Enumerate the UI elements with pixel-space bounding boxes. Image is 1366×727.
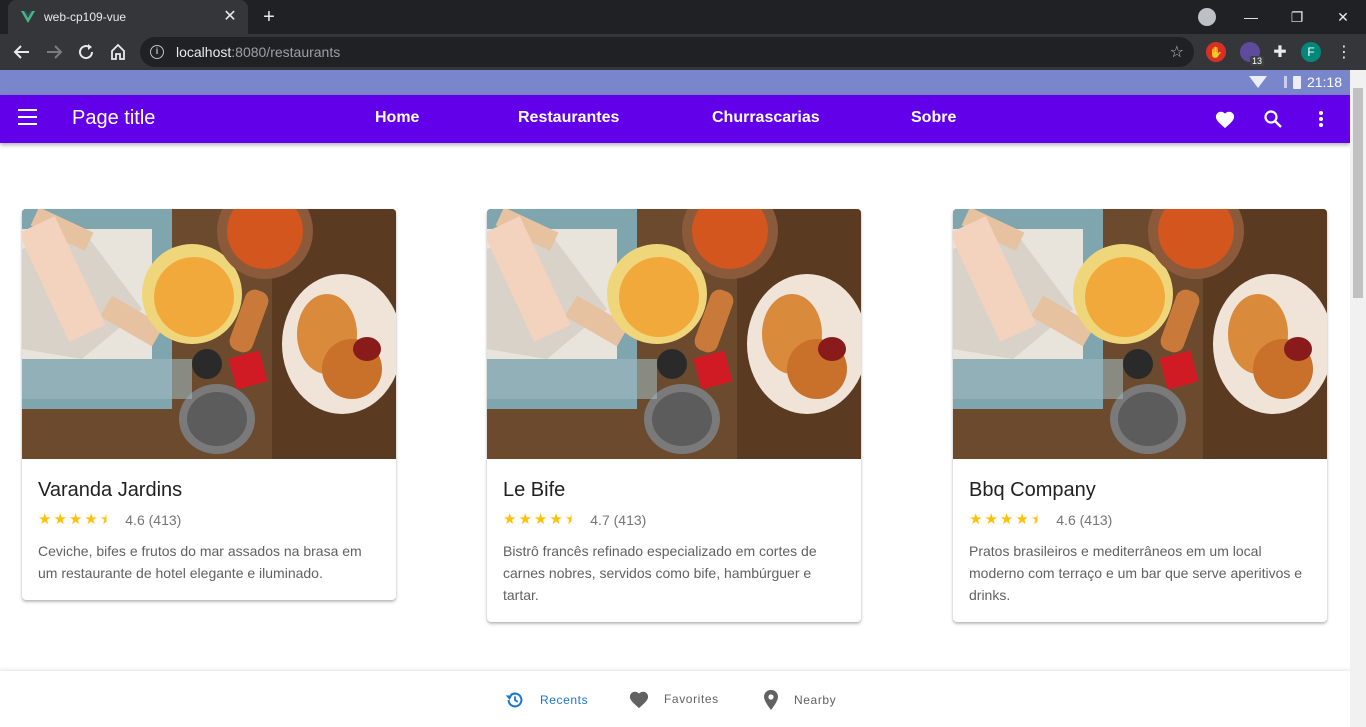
bottom-nav-recents-label: Recents — [540, 693, 589, 707]
star-full-icon: ★ — [549, 511, 563, 528]
star-rating: ★ ★ ★ ★ ★ — [503, 512, 578, 528]
vue-logo-icon — [21, 11, 35, 23]
bottom-nav-favorites[interactable]: Favorites — [628, 689, 719, 709]
app-bar: Page title Home Restaurantes Churrascari… — [0, 95, 1350, 143]
back-icon[interactable] — [8, 38, 36, 66]
star-full-icon: ★ — [969, 511, 983, 528]
address-bar[interactable]: i localhost:8080/restaurants ☆ — [140, 37, 1194, 67]
signal-icon — [1273, 76, 1287, 88]
star-full-icon: ★ — [1015, 511, 1029, 528]
heart-icon — [629, 691, 649, 709]
restore-icon[interactable]: ❐ — [1274, 0, 1320, 34]
bottom-navigation: Recents Favorites Nearby — [0, 670, 1350, 727]
close-window-icon[interactable]: ✕ — [1320, 0, 1366, 34]
battery-icon — [1292, 75, 1301, 89]
page-scrollbar[interactable] — [1350, 70, 1366, 727]
restaurant-card[interactable]: Le Bife ★ ★ ★ ★ ★ 4.7 (413) Bistrô franc… — [487, 209, 861, 622]
restaurant-name: Varanda Jardins — [38, 479, 183, 501]
home-icon[interactable] — [104, 38, 132, 66]
rating-row: ★ ★ ★ ★ ★ 4.6 (413) — [38, 512, 380, 529]
star-full-icon: ★ — [533, 511, 548, 528]
restaurant-description: Pratos brasileiros e mediterrâneos em um… — [969, 543, 1303, 603]
location-pin-icon — [764, 690, 778, 710]
star-full-icon: ★ — [84, 511, 98, 528]
star-full-icon: ★ — [518, 511, 532, 528]
nav-link-churrascarias[interactable]: Churrascarias — [712, 109, 820, 127]
nav-link-sobre[interactable]: Sobre — [911, 109, 956, 127]
star-full-icon: ★ — [999, 511, 1014, 528]
tab-search-icon[interactable] — [1198, 8, 1216, 26]
restaurant-name: Bbq Company — [969, 479, 1096, 501]
restaurant-card[interactable]: Varanda Jardins ★ ★ ★ ★ ★ 4.6 (413) Cevi… — [22, 209, 396, 600]
restaurant-description: Ceviche, bifes e frutos do mar assados n… — [38, 543, 362, 581]
rating-row: ★ ★ ★ ★ ★ 4.6 (413) — [969, 512, 1311, 529]
browser-tab[interactable]: web-cp109-vue ✕ — [8, 0, 248, 34]
star-full-icon: ★ — [53, 511, 67, 528]
adblock-extension-icon[interactable]: ✋ — [1206, 42, 1226, 62]
forward-icon[interactable] — [40, 38, 68, 66]
rating-value: 4.7 (413) — [590, 512, 647, 528]
search-icon[interactable] — [1261, 107, 1285, 131]
restaurant-image — [953, 209, 1327, 459]
rating-value: 4.6 (413) — [1056, 512, 1113, 528]
star-full-icon: ★ — [503, 511, 517, 528]
tab-close-icon[interactable]: ✕ — [222, 9, 238, 25]
browser-toolbar: i localhost:8080/restaurants ☆ ✋ 13 ✚ F … — [0, 34, 1366, 70]
browser-tabbar: web-cp109-vue ✕ + — ❐ ✕ — [0, 0, 1366, 34]
restaurant-card[interactable]: Bbq Company ★ ★ ★ ★ ★ 4.6 (413) Pratos b… — [953, 209, 1327, 622]
star-full-icon: ★ — [984, 511, 998, 528]
heart-icon[interactable] — [1213, 107, 1237, 131]
bottom-nav-nearby[interactable]: Nearby — [762, 689, 836, 711]
page-title: Page title — [72, 107, 156, 129]
tab-title: web-cp109-vue — [44, 10, 127, 24]
status-time: 21:18 — [1306, 74, 1342, 90]
history-icon — [505, 692, 523, 708]
restaurant-name: Le Bife — [503, 479, 566, 501]
browser-menu-icon[interactable]: ⋮ — [1334, 42, 1354, 62]
bookmark-star-icon[interactable]: ☆ — [1170, 42, 1184, 62]
star-half-icon: ★ — [1030, 511, 1045, 528]
nav-link-restaurantes[interactable]: Restaurantes — [518, 109, 619, 127]
reload-icon[interactable] — [72, 38, 100, 66]
rating-value: 4.6 (413) — [125, 512, 182, 528]
wifi-icon — [1248, 76, 1267, 88]
hamburger-icon[interactable] — [18, 109, 38, 129]
restaurant-description: Bistrô francês refinado especializado em… — [503, 543, 817, 603]
star-full-icon: ★ — [38, 511, 52, 528]
site-info-icon[interactable]: i — [150, 45, 164, 59]
extension-badge: 13 — [1249, 56, 1264, 66]
nav-link-home[interactable]: Home — [375, 109, 419, 127]
rating-row: ★ ★ ★ ★ ★ 4.7 (413) — [503, 512, 845, 529]
profile-avatar[interactable]: F — [1301, 42, 1321, 62]
url-host: localhost — [176, 44, 232, 60]
star-half-icon: ★ — [99, 511, 114, 528]
bottom-nav-recents[interactable]: Recents — [504, 689, 588, 711]
bottom-nav-favorites-label: Favorites — [664, 692, 719, 706]
restaurant-image — [22, 209, 396, 459]
url-text: localhost:8080/restaurants — [176, 44, 340, 60]
url-path: :8080/restaurants — [231, 44, 341, 60]
star-full-icon: ★ — [68, 511, 83, 528]
new-tab-icon[interactable]: + — [258, 6, 280, 28]
star-half-icon: ★ — [564, 511, 579, 528]
restaurant-image — [487, 209, 861, 459]
star-rating: ★ ★ ★ ★ ★ — [38, 512, 113, 528]
bottom-nav-nearby-label: Nearby — [794, 693, 837, 707]
star-rating: ★ ★ ★ ★ ★ — [969, 512, 1044, 528]
extensions-puzzle-icon[interactable]: ✚ — [1270, 42, 1290, 62]
scrollbar-thumb[interactable] — [1353, 88, 1363, 298]
more-vert-icon[interactable] — [1309, 107, 1333, 131]
extension-with-badge-icon[interactable]: 13 — [1240, 42, 1264, 66]
minimize-icon[interactable]: — — [1228, 0, 1274, 34]
device-status-bar: 21:18 — [0, 70, 1350, 95]
